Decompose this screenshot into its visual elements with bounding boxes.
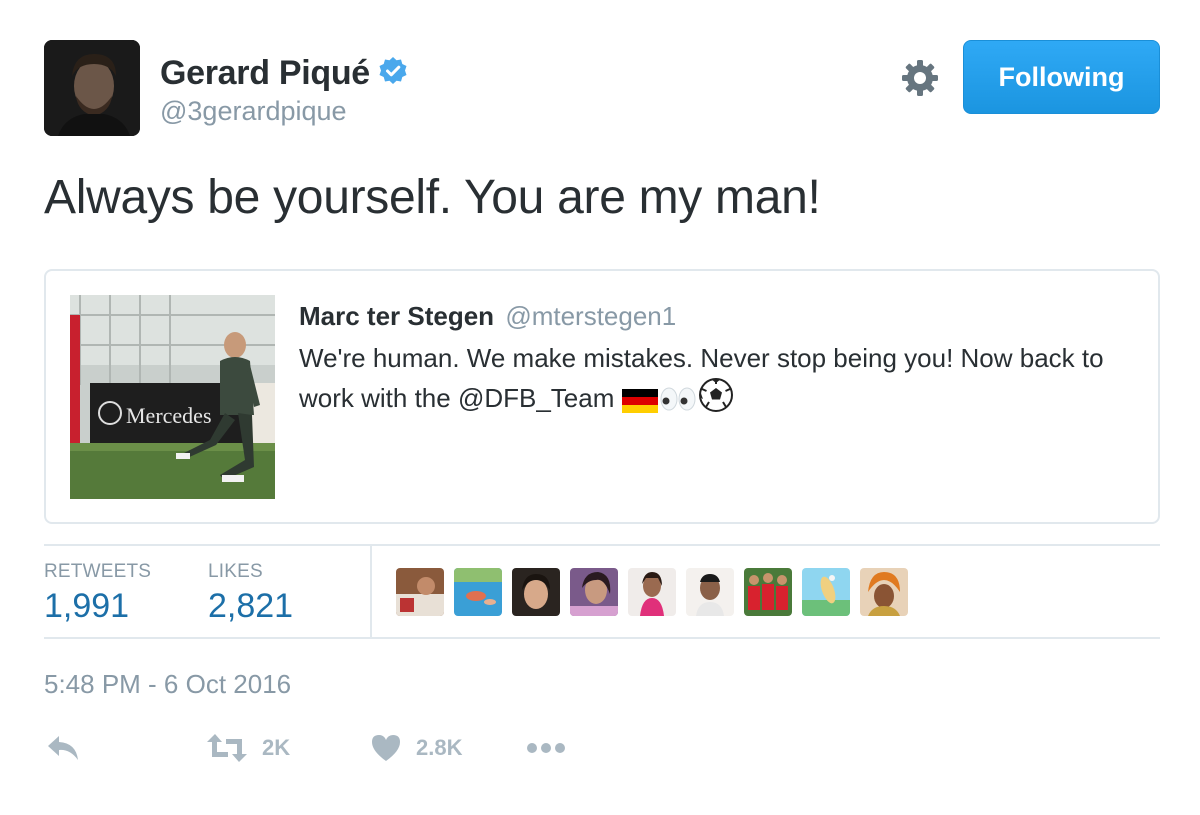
heart-icon xyxy=(372,735,400,761)
liker-avatar[interactable] xyxy=(454,568,502,616)
author-name-block[interactable]: Gerard Piqué xyxy=(160,54,408,93)
liker-avatar[interactable] xyxy=(570,568,618,616)
author-avatar[interactable] xyxy=(44,40,140,136)
liker-avatar[interactable] xyxy=(686,568,734,616)
liker-avatar[interactable] xyxy=(396,568,444,616)
quoted-tweet-image[interactable]: Mercedes xyxy=(70,295,275,499)
like-button[interactable]: 2.8K xyxy=(370,730,462,766)
german-flag-icon xyxy=(621,389,658,413)
quoted-author-handle[interactable]: @mterstegen1 xyxy=(505,301,676,331)
retweets-label: RETWEETS xyxy=(44,561,152,582)
like-count: 2.8K xyxy=(416,735,463,760)
liker-avatars xyxy=(396,568,908,616)
likes-label: LIKES xyxy=(208,561,263,582)
stats-top-divider xyxy=(44,544,1160,546)
stats-vertical-divider xyxy=(370,546,372,638)
following-button[interactable]: Following xyxy=(963,40,1160,114)
verified-badge-icon xyxy=(379,57,407,84)
quoted-tweet-card[interactable]: Mercedes Marc ter Stegen @mterstegen1 We… xyxy=(44,269,1160,524)
likes-count[interactable]: 2,821 xyxy=(208,587,293,626)
retweet-button[interactable]: 2K xyxy=(206,730,290,766)
banner-text: Mercedes xyxy=(126,403,212,428)
liker-avatar[interactable] xyxy=(860,568,908,616)
liker-avatar[interactable] xyxy=(512,568,560,616)
reply-button[interactable] xyxy=(46,730,80,766)
liker-avatar[interactable] xyxy=(628,568,676,616)
soccer-ball-icon xyxy=(698,378,733,412)
retweet-count: 2K xyxy=(262,735,291,760)
more-button[interactable] xyxy=(526,730,566,766)
author-handle[interactable]: @3gerardpique xyxy=(160,96,347,127)
retweets-count[interactable]: 1,991 xyxy=(44,587,151,626)
gear-icon[interactable] xyxy=(900,58,940,98)
tweet-text: Always be yourself. You are my man! xyxy=(44,171,821,224)
author-name[interactable]: Gerard Piqué xyxy=(160,54,370,92)
tweet-timestamp[interactable]: 5:48 PM - 6 Oct 2016 xyxy=(44,669,291,700)
quoted-tweet-header: Marc ter Stegen @mterstegen1 xyxy=(299,301,676,332)
retweets-stat[interactable]: RETWEETS 1,991 xyxy=(44,561,151,626)
eyes-icon xyxy=(660,387,696,411)
retweet-icon xyxy=(207,734,247,762)
stats-bottom-divider xyxy=(44,637,1160,639)
likes-stat[interactable]: LIKES 2,821 xyxy=(208,561,293,626)
quoted-author-name[interactable]: Marc ter Stegen xyxy=(299,301,494,331)
liker-avatar[interactable] xyxy=(802,568,850,616)
liker-avatar[interactable] xyxy=(744,568,792,616)
more-icon xyxy=(527,743,565,753)
reply-icon xyxy=(48,736,78,760)
quoted-tweet-text: We're human. We make mistakes. Never sto… xyxy=(299,339,1159,417)
